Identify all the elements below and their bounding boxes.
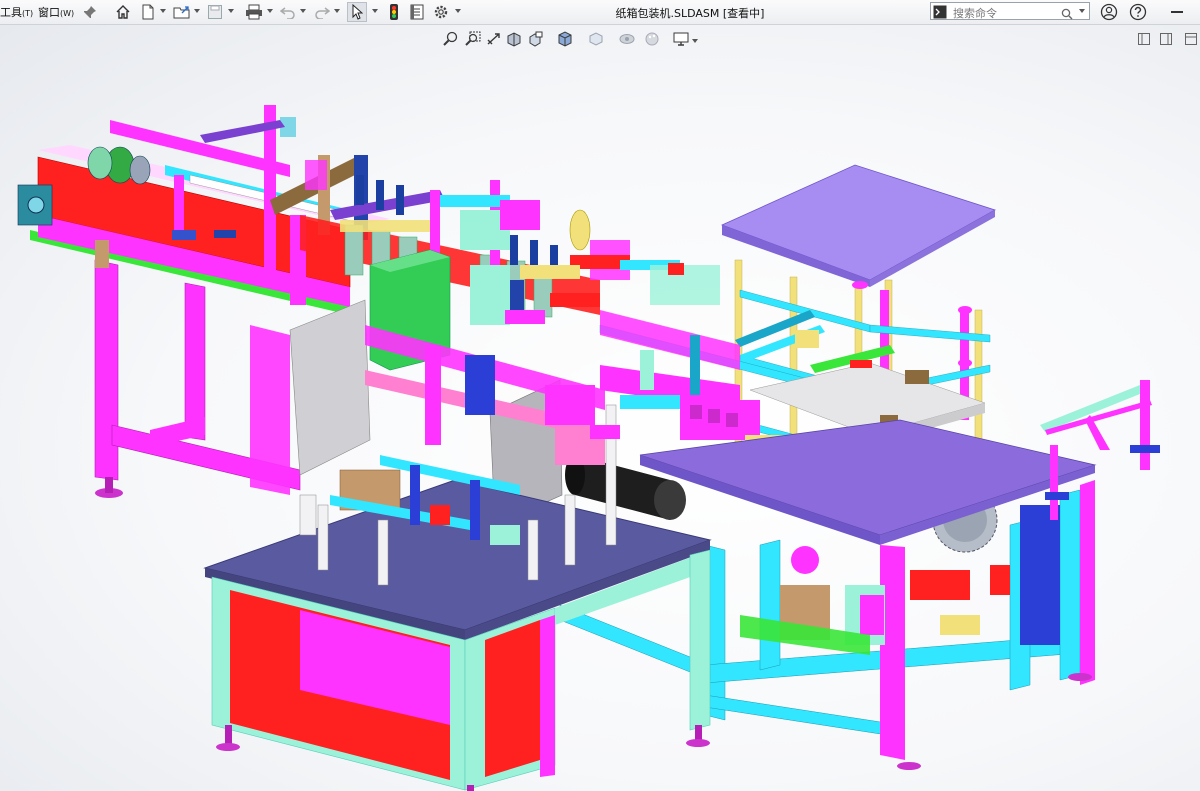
carton-packing-machine-model[interactable]: [0, 25, 1200, 791]
new-document-icon[interactable]: [138, 2, 158, 22]
search-command-box[interactable]: 搜索命令: [930, 2, 1090, 20]
graphics-viewport[interactable]: [0, 25, 1200, 791]
undo-icon[interactable]: [278, 2, 298, 22]
select-dropdown-icon[interactable]: [372, 9, 378, 13]
select-cursor-icon[interactable]: [347, 2, 367, 22]
command-prompt-icon: [933, 4, 947, 23]
open-dropdown-icon[interactable]: [194, 9, 200, 13]
new-dropdown-icon[interactable]: [160, 9, 166, 13]
save-dropdown-icon[interactable]: [228, 9, 234, 13]
menu-window-label: 窗口: [38, 6, 60, 19]
window-title: 纸箱包装机.SLDASM [查看中]: [615, 7, 765, 20]
save-icon[interactable]: [205, 2, 225, 22]
open-folder-icon[interactable]: [172, 2, 192, 22]
home-icon[interactable]: [113, 2, 133, 22]
search-input[interactable]: 搜索命令: [953, 5, 997, 21]
file-properties-icon[interactable]: [407, 2, 427, 22]
pin-icon[interactable]: [80, 2, 100, 22]
search-dropdown-icon[interactable]: [1079, 9, 1085, 13]
redo-icon[interactable]: [312, 2, 332, 22]
menu-tools-key: (T): [22, 9, 34, 18]
top-toolbar: 工具(T) 窗口(W) 纸箱包装机.SLDASM [查看中] 搜索命令: [0, 0, 1200, 25]
menu-tools-label: 工具: [0, 6, 22, 19]
help-icon[interactable]: [1128, 2, 1148, 22]
search-icon[interactable]: [1061, 5, 1073, 24]
options-gear-icon[interactable]: [431, 2, 451, 22]
user-account-icon[interactable]: [1099, 2, 1119, 22]
menu-window-key: (W): [60, 9, 75, 18]
redo-dropdown-icon[interactable]: [334, 9, 340, 13]
print-icon[interactable]: [244, 2, 264, 22]
options-dropdown-icon[interactable]: [455, 9, 461, 13]
traffic-light-icon[interactable]: [384, 2, 404, 22]
menu-tools[interactable]: 工具(T): [0, 4, 33, 20]
menu-window[interactable]: 窗口(W): [38, 4, 74, 20]
undo-dropdown-icon[interactable]: [300, 9, 306, 13]
minimize-window-icon[interactable]: [1158, 2, 1198, 22]
print-dropdown-icon[interactable]: [267, 9, 273, 13]
